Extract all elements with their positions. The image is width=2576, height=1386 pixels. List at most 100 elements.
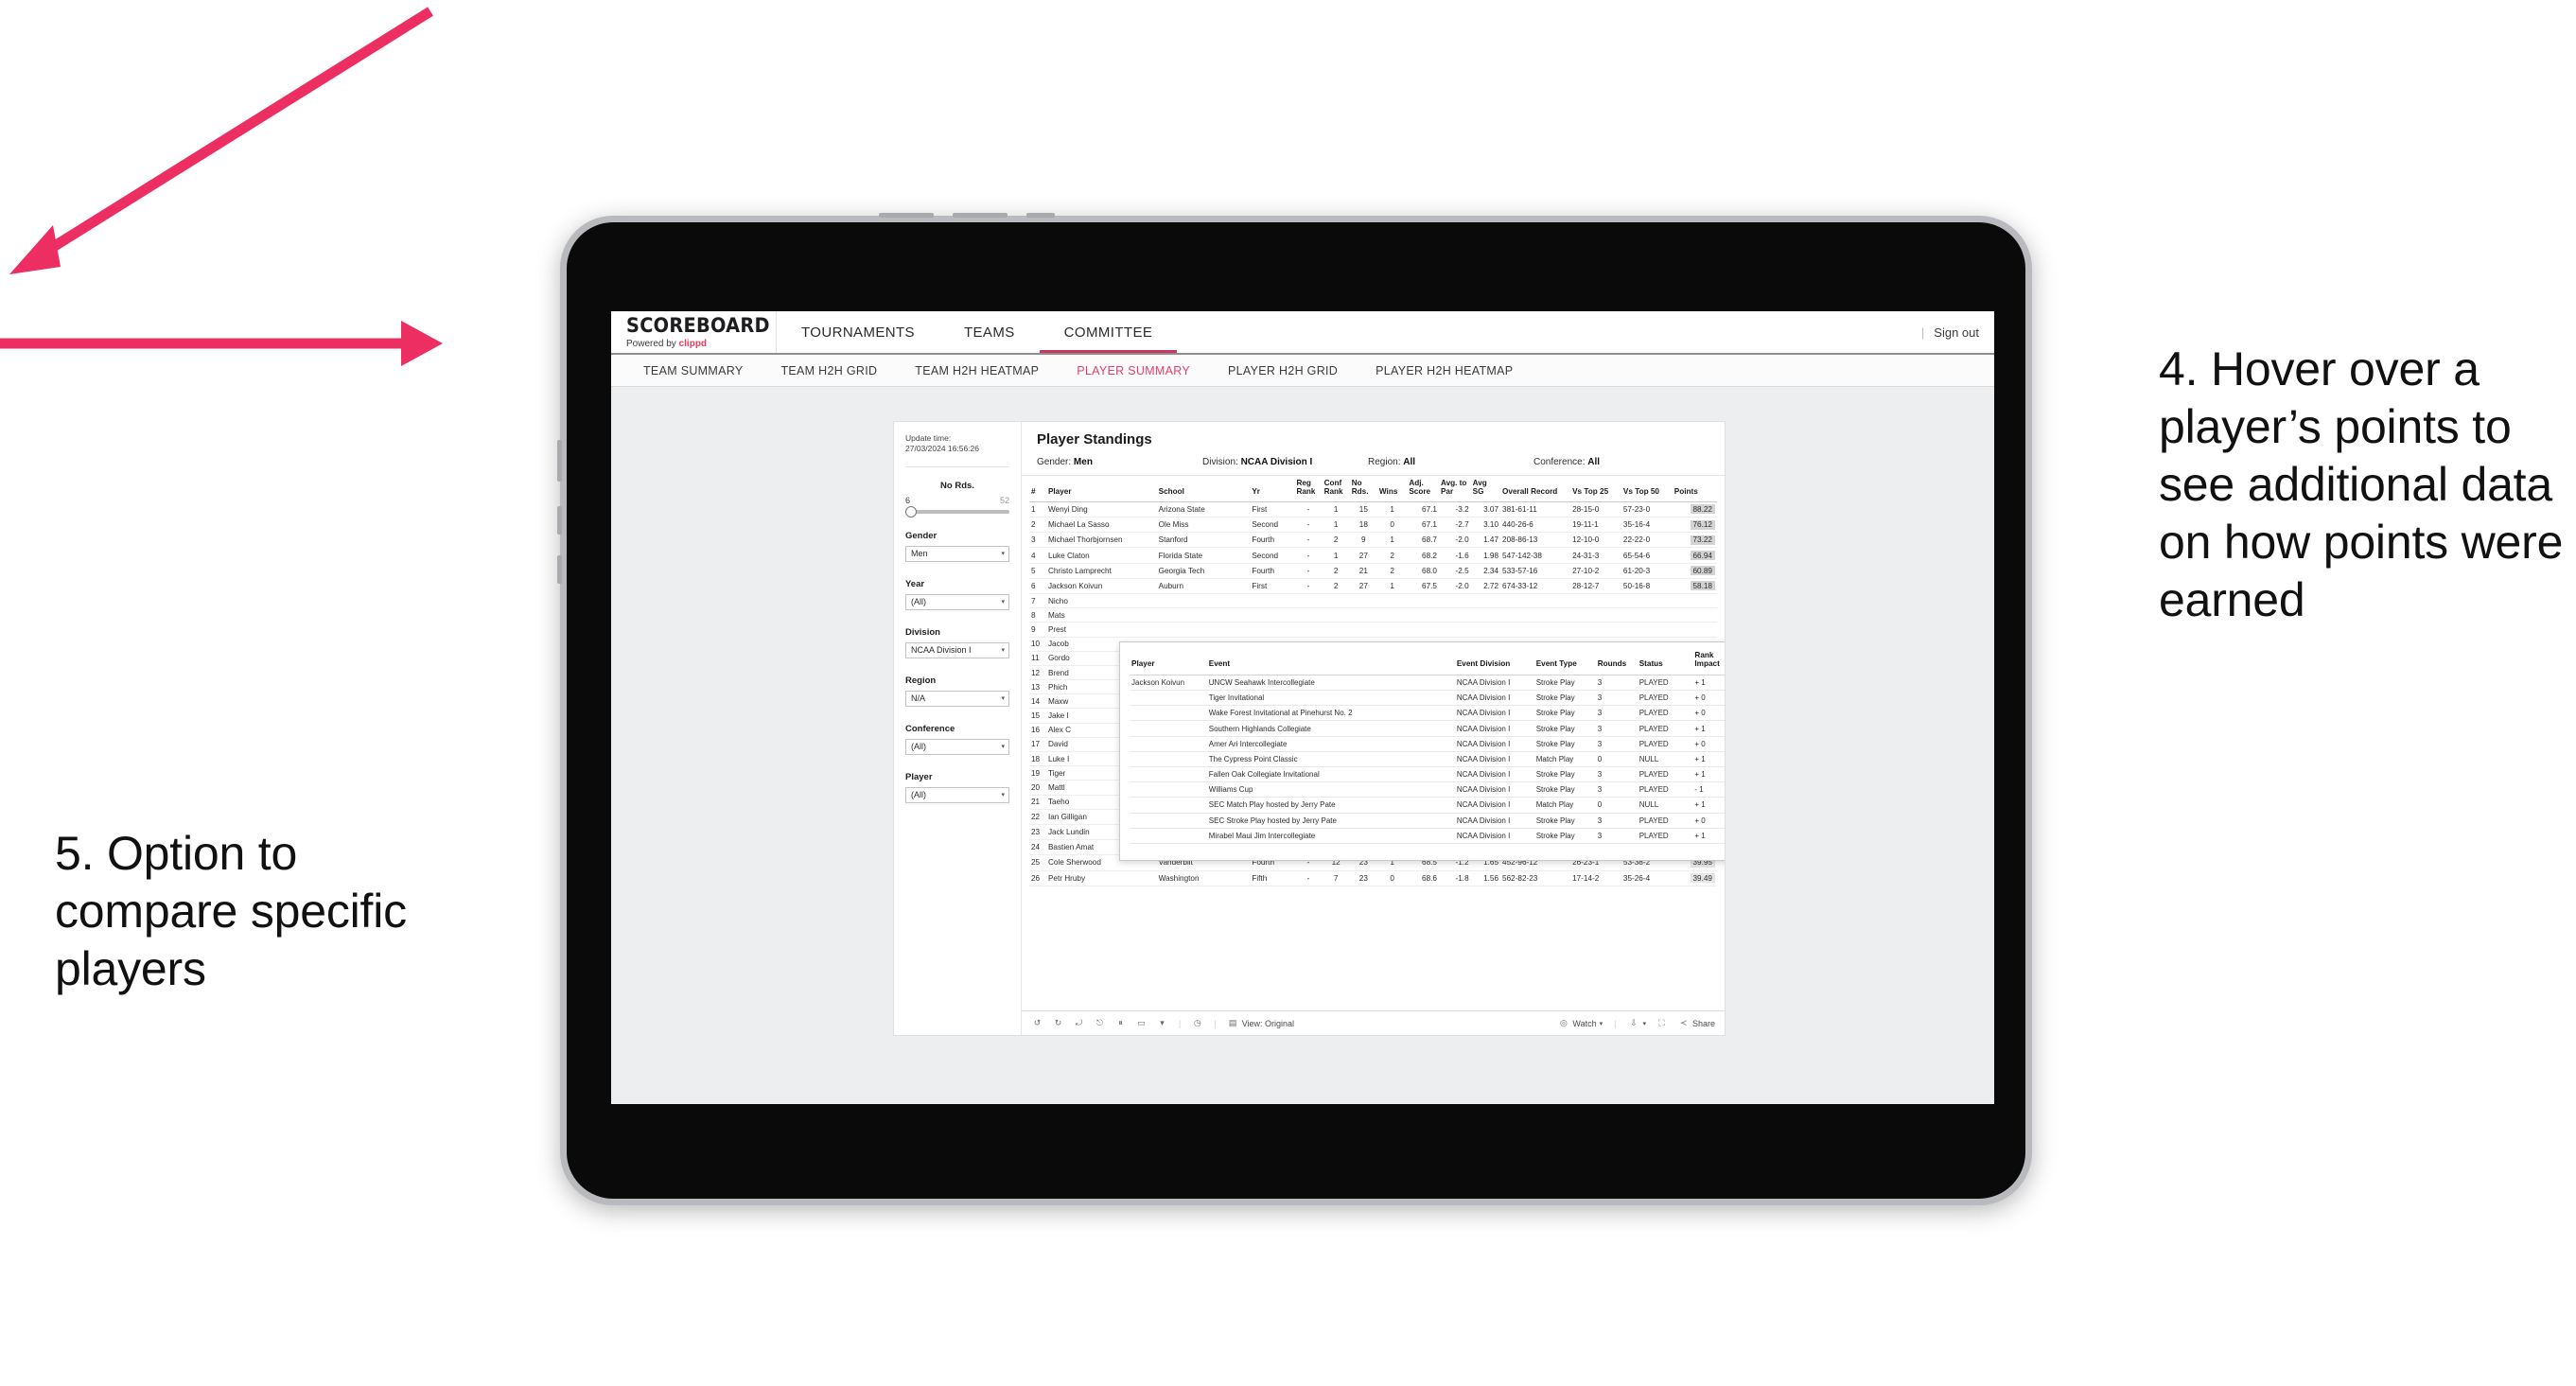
standings-table-wrap[interactable]: # Player School Yr Reg Rank Conf Rank No… bbox=[1022, 476, 1725, 1010]
cell-wins: 2 bbox=[1376, 563, 1408, 579]
col-conf-rank[interactable]: Conf Rank bbox=[1322, 476, 1350, 502]
sub-nav-item-player-h2h-grid[interactable]: PLAYER H2H GRID bbox=[1209, 364, 1357, 377]
top-bar-separator: | bbox=[1920, 325, 1925, 340]
revert-icon[interactable]: ⤾ bbox=[1073, 1017, 1085, 1029]
cell-conf: 2 bbox=[1322, 563, 1350, 579]
points-value: 58.18 bbox=[1690, 581, 1715, 591]
view-original-button[interactable]: ▤ View: Original bbox=[1227, 1017, 1294, 1029]
undo-icon[interactable]: ↺ bbox=[1031, 1017, 1043, 1029]
share-button[interactable]: ≺ Share bbox=[1677, 1017, 1715, 1029]
table-row[interactable]: 26 Petr Hruby Washington Fifth -7 23 0 68.6 -1.8… bbox=[1029, 870, 1717, 886]
brand-title: SCOREBOARD bbox=[626, 313, 770, 337]
cell-n: 10 bbox=[1029, 637, 1046, 652]
filter-conference: Conference (All) ▾ bbox=[905, 724, 1009, 755]
cell-points[interactable] bbox=[1672, 593, 1717, 609]
cell-t25 bbox=[1570, 607, 1621, 623]
filter-year-value: (All) bbox=[911, 597, 926, 607]
col-vs-top-50[interactable]: Vs Top 50 bbox=[1621, 476, 1673, 502]
download-button[interactable]: ⇩ ▾ bbox=[1627, 1017, 1646, 1029]
cell-points[interactable]: 39.49 bbox=[1672, 870, 1717, 886]
filter-gender-select[interactable]: Men ▾ bbox=[905, 545, 1009, 562]
chevron-down-icon[interactable]: ▾ bbox=[1156, 1017, 1168, 1029]
top-nav-item-teams[interactable]: TEAMS bbox=[939, 311, 1040, 353]
cell-sg: 3.10 bbox=[1470, 517, 1501, 534]
col-overall-record[interactable]: Overall Record bbox=[1500, 476, 1571, 502]
filter-year-select[interactable]: (All) ▾ bbox=[905, 593, 1009, 610]
table-row[interactable]: 1 Wenyi Ding Arizona State First -1 15 1 67.1 -3… bbox=[1029, 501, 1717, 518]
col-yr[interactable]: Yr bbox=[1250, 476, 1295, 502]
cell-adj: 67.1 bbox=[1407, 517, 1439, 534]
col-no-rds[interactable]: No Rds. bbox=[1349, 476, 1377, 502]
cell-sg: 2.72 bbox=[1470, 578, 1501, 594]
top-nav-item-tournaments[interactable]: TOURNAMENTS bbox=[777, 311, 939, 353]
table-row[interactable]: 2 Michael La Sasso Ole Miss Second -1 18 0 67.1… bbox=[1029, 517, 1717, 534]
col-avg-to-par[interactable]: Avg. to Par bbox=[1438, 476, 1471, 502]
cell-rec bbox=[1500, 622, 1571, 638]
tooltip-row: Jackson Koivun UNCW Seahawk Intercollegia… bbox=[1130, 675, 1725, 692]
cell-wins: 1 bbox=[1376, 501, 1408, 518]
sub-nav-item-team-h2h-heatmap[interactable]: TEAM H2H HEATMAP bbox=[896, 364, 1058, 377]
table-row[interactable]: 3 Michael Thorbjornsen Stanford Fourth -2 9 1 6… bbox=[1029, 532, 1717, 549]
col-reg-rank[interactable]: Reg Rank bbox=[1294, 476, 1323, 502]
fullscreen-icon[interactable]: ⛶ bbox=[1656, 1017, 1668, 1029]
col-vs-top-25[interactable]: Vs Top 25 bbox=[1570, 476, 1621, 502]
cell-yr bbox=[1250, 593, 1295, 609]
cell-adj: 68.2 bbox=[1407, 547, 1439, 564]
table-row[interactable]: 6 Jackson Koivun Auburn First -2 27 1 67.5 -2.0 2… bbox=[1029, 578, 1717, 594]
sign-out-link[interactable]: Sign out bbox=[1934, 325, 1979, 340]
col-avg-sg[interactable]: Avg SG bbox=[1470, 476, 1501, 502]
filters-panel: Update time: 27/03/2024 16:56:26 No Rds.… bbox=[894, 422, 1022, 1035]
sub-nav-item-team-summary[interactable]: TEAM SUMMARY bbox=[624, 364, 762, 377]
filter-conference-select[interactable]: (All) ▾ bbox=[905, 738, 1009, 755]
refresh-icon[interactable]: ⎋ bbox=[1094, 1017, 1106, 1029]
tt-cell-rounds: 3 bbox=[1595, 705, 1638, 722]
table-row[interactable]: 4 Luke Claton Florida State Second -1 27 2 68.2… bbox=[1029, 547, 1717, 564]
tt-cell-rounds: 3 bbox=[1595, 720, 1638, 737]
col-player[interactable]: Player bbox=[1045, 476, 1157, 502]
sub-nav-item-player-h2h-heatmap[interactable]: PLAYER H2H HEATMAP bbox=[1357, 364, 1532, 377]
cell-points[interactable] bbox=[1672, 622, 1717, 638]
brand-logo[interactable]: SCOREBOARD Powered by clippd bbox=[611, 311, 777, 353]
slider-handle[interactable] bbox=[905, 505, 917, 518]
cell-sg: 1.56 bbox=[1470, 870, 1501, 886]
table-row[interactable]: 9 Prest bbox=[1029, 622, 1717, 638]
col-school[interactable]: School bbox=[1156, 476, 1251, 502]
cell-player: Prest bbox=[1045, 622, 1157, 638]
filter-division-select[interactable]: NCAA Division I ▾ bbox=[905, 641, 1009, 658]
col-rank[interactable]: # bbox=[1029, 476, 1046, 502]
cell-points[interactable]: 73.22 bbox=[1672, 532, 1717, 549]
cell-points[interactable]: 88.22 bbox=[1672, 501, 1717, 518]
device-layout-icon[interactable]: ▭ bbox=[1135, 1017, 1148, 1029]
tooltip-table-head: Player Event Event Division Event Type R… bbox=[1130, 650, 1725, 675]
cell-points[interactable]: 60.89 bbox=[1672, 563, 1717, 579]
sub-nav-item-team-h2h-grid[interactable]: TEAM H2H GRID bbox=[762, 364, 896, 377]
cell-player: Luke Claton bbox=[1045, 547, 1157, 564]
tt-col-event: Event bbox=[1206, 650, 1455, 675]
col-points[interactable]: Points bbox=[1672, 476, 1717, 502]
table-row[interactable]: 5 Christo Lamprecht Georgia Tech Fourth -2 21… bbox=[1029, 563, 1717, 579]
cell-points[interactable]: 76.12 bbox=[1672, 517, 1717, 534]
col-adj-score[interactable]: Adj. Score bbox=[1407, 476, 1439, 502]
cell-n: 22 bbox=[1029, 809, 1046, 825]
no-rounds-slider[interactable] bbox=[905, 505, 1009, 518]
cell-wins: 1 bbox=[1376, 578, 1408, 594]
cell-points[interactable] bbox=[1672, 607, 1717, 623]
filter-player-select[interactable]: (All) ▾ bbox=[905, 786, 1009, 803]
filter-player: Player (All) ▾ bbox=[905, 772, 1009, 803]
clock-history-icon[interactable]: ◷ bbox=[1191, 1017, 1203, 1029]
brand-powered-prefix: Powered by bbox=[626, 338, 676, 349]
cell-points[interactable]: 58.18 bbox=[1672, 578, 1717, 594]
filter-player-label: Player bbox=[905, 771, 933, 782]
top-nav-item-committee[interactable]: COMMITTEE bbox=[1039, 311, 1178, 353]
table-row[interactable]: 7 Nicho bbox=[1029, 593, 1717, 609]
cell-points[interactable]: 66.94 bbox=[1672, 547, 1717, 564]
tt-cell-event: The Cypress Point Classic bbox=[1206, 751, 1455, 767]
table-row[interactable]: 8 Mats bbox=[1029, 607, 1717, 623]
col-wins[interactable]: Wins bbox=[1376, 476, 1408, 502]
pause-auto-update-icon[interactable]: ⏸ bbox=[1114, 1017, 1127, 1029]
filter-region-select[interactable]: N/A ▾ bbox=[905, 690, 1009, 707]
redo-icon[interactable]: ↻ bbox=[1052, 1017, 1064, 1029]
sub-nav-item-player-summary[interactable]: PLAYER SUMMARY bbox=[1058, 364, 1209, 377]
cell-adj bbox=[1407, 622, 1439, 638]
watch-button[interactable]: ◎ Watch ▾ bbox=[1557, 1017, 1603, 1029]
